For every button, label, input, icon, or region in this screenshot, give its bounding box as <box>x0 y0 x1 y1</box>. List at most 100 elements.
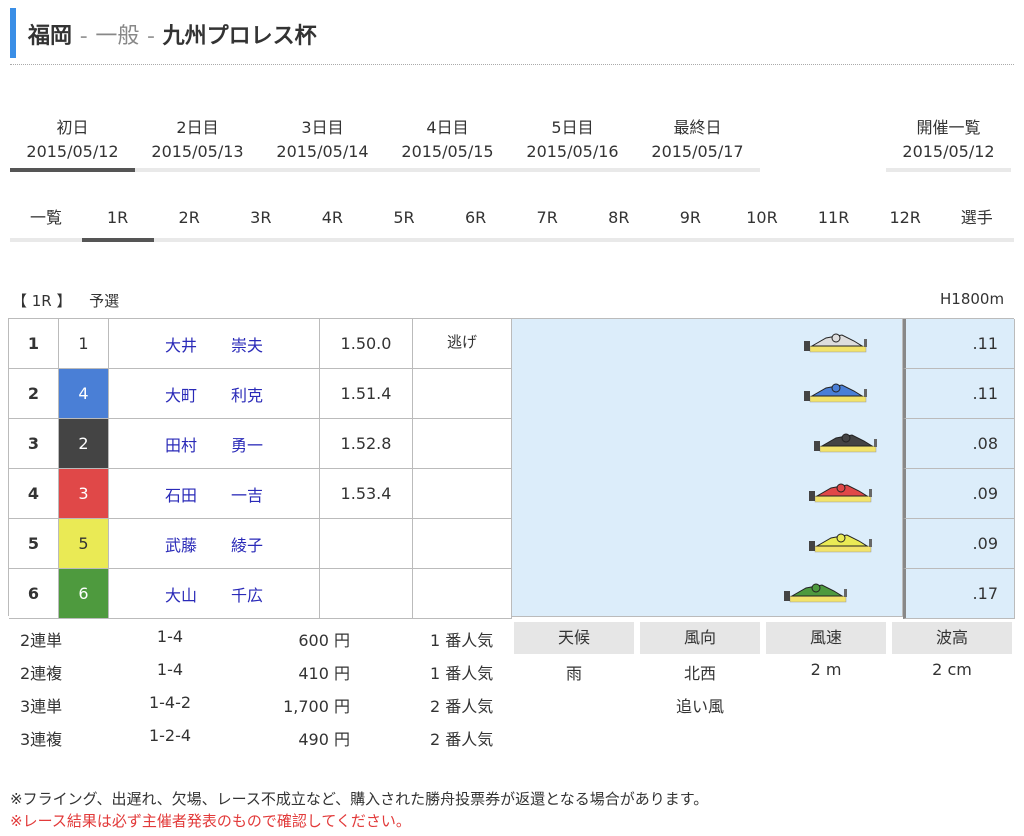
race-tab-13[interactable]: 選手 <box>941 198 1013 238</box>
race-time-cell: 1.51.4 <box>320 369 413 419</box>
race-tab-11[interactable]: 11R <box>798 198 870 238</box>
race-number: 【 1R 】 <box>12 292 72 310</box>
race-time-cell <box>320 519 413 569</box>
race-time-cell: 1.53.4 <box>320 469 413 519</box>
start-timing-cell: .17 <box>903 569 1015 619</box>
title-grade: 一般 <box>95 24 140 49</box>
weather-value: 北西 <box>683 664 716 683</box>
race-label: 【 1R 】 予選 <box>12 290 119 311</box>
weather-value: 2 m <box>810 660 842 679</box>
day-tab-underline <box>635 168 760 172</box>
winning-technique-cell <box>413 519 512 569</box>
racer-last-name: 大井 <box>164 335 197 355</box>
day-tab-2[interactable]: 3日目 2015/05/14 <box>260 116 385 172</box>
race-tab-7[interactable]: 7R <box>511 198 583 238</box>
title-divider <box>10 64 1014 65</box>
race-tab-1[interactable]: 1R <box>82 198 154 238</box>
rank-cell: 2 <box>9 369 59 419</box>
rank-cell: 5 <box>9 519 59 569</box>
day-tab-date: 2015/05/12 <box>902 142 995 161</box>
day-tab-underline <box>10 168 135 172</box>
title-sep-1: - <box>79 24 88 49</box>
weather-value: 2 cm <box>932 660 972 679</box>
racer-name-link[interactable]: 田村 勇一 <box>109 419 320 469</box>
racer-first-name: 一吉 <box>231 485 264 505</box>
race-tab-3[interactable]: 3R <box>225 198 297 238</box>
result-table: 1 1 大井 崇夫 1.50.0 逃げ .11 2 4 大町 利克 1.51.4.11 3 2 田村 勇一 1.… <box>8 318 1015 619</box>
payout-amount: 1,700 円 <box>283 697 350 716</box>
day-tab-0[interactable]: 初日 2015/05/12 <box>10 116 135 172</box>
day-tab-3[interactable]: 4日目 2015/05/15 <box>385 116 510 172</box>
rank-cell: 1 <box>9 319 59 369</box>
weather-value: 雨 <box>565 664 582 683</box>
racer-last-name: 大山 <box>164 585 197 605</box>
start-timing-cell: .11 <box>903 369 1015 419</box>
day-tab-underline <box>385 168 510 172</box>
day-tab-label: 初日 <box>56 118 89 137</box>
weather-header: 風向 <box>640 622 760 654</box>
race-tab-2[interactable]: 2R <box>153 198 225 238</box>
day-tab-date: 2015/05/12 <box>26 142 119 161</box>
day-tab-label: 5日目 <box>551 118 594 137</box>
winning-technique-cell <box>413 469 512 519</box>
race-distance: H1800m <box>940 290 1005 308</box>
racer-first-name: 勇一 <box>231 435 264 455</box>
day-tab-label: 2日目 <box>176 118 219 137</box>
payout-popularity: 1 番人気 <box>430 664 494 683</box>
race-time-cell: 1.50.0 <box>320 319 413 369</box>
day-tab-5[interactable]: 最終日 2015/05/17 <box>635 116 760 172</box>
title-place: 福岡 <box>28 24 73 49</box>
title-accent <box>10 8 16 58</box>
title-bar: 福岡 - 一般 - 九州プロレス杯 <box>10 8 1014 58</box>
day-tab-label: 開催一覧 <box>916 118 981 137</box>
racer-first-name: 利克 <box>231 385 264 405</box>
payout-amount: 490 円 <box>298 730 350 749</box>
racer-name-link[interactable]: 大町 利克 <box>109 369 320 419</box>
rank-cell: 4 <box>9 469 59 519</box>
race-tab-4[interactable]: 4R <box>296 198 368 238</box>
racer-name-link[interactable]: 大井 崇夫 <box>109 319 320 369</box>
boat-number-badge: 6 <box>59 569 109 619</box>
racer-name-link[interactable]: 大山 千広 <box>109 569 320 619</box>
title-race-name: 九州プロレス杯 <box>162 24 317 49</box>
day-tab-1[interactable]: 2日目 2015/05/13 <box>135 116 260 172</box>
page-title: 福岡 - 一般 - 九州プロレス杯 <box>28 18 317 50</box>
weather-header: 風速 <box>766 622 886 654</box>
race-time-cell <box>320 569 413 619</box>
winning-technique-cell <box>413 419 512 469</box>
day-tab-label: 4日目 <box>426 118 469 137</box>
race-tab-6[interactable]: 6R <box>440 198 512 238</box>
boat-number-badge: 1 <box>59 319 109 369</box>
race-tab-5[interactable]: 5R <box>368 198 440 238</box>
racer-last-name: 田村 <box>164 435 197 455</box>
title-sep-2: - <box>147 24 155 49</box>
racer-last-name: 大町 <box>164 385 197 405</box>
day-tab-date: 2015/05/15 <box>401 142 494 161</box>
day-tab-4[interactable]: 5日目 2015/05/16 <box>510 116 635 172</box>
day-tab-underline <box>135 168 260 172</box>
payout-kind: 2連単 <box>20 631 63 650</box>
race-tab-8[interactable]: 8R <box>583 198 655 238</box>
racer-last-name: 武藤 <box>164 535 197 555</box>
racer-first-name: 千広 <box>231 585 264 605</box>
race-tab-10[interactable]: 10R <box>726 198 798 238</box>
day-tab-underline <box>510 168 635 172</box>
racer-first-name: 崇夫 <box>231 335 264 355</box>
racer-name-link[interactable]: 武藤 綾子 <box>109 519 320 569</box>
race-tab-9[interactable]: 9R <box>654 198 726 238</box>
refund-note: ※フライング、出遅れ、欠場、レース不成立など、購入された勝舟投票券が返還となる場… <box>10 790 709 808</box>
day-tab-date: 2015/05/16 <box>526 142 619 161</box>
payout-amount: 600 円 <box>298 631 350 650</box>
day-tab-6[interactable]: 開催一覧 2015/05/12 <box>886 116 1011 172</box>
rank-cell: 3 <box>9 419 59 469</box>
race-tab-12[interactable]: 12R <box>869 198 941 238</box>
start-timing-cell: .09 <box>903 519 1015 569</box>
winning-technique-cell: 逃げ <box>413 319 512 369</box>
result-row: 5 5 武藤 綾子 .09 <box>9 519 1015 569</box>
racer-name-link[interactable]: 石田 一吉 <box>109 469 320 519</box>
winning-technique-cell <box>413 569 512 619</box>
payout-combo: 1-4 <box>156 627 184 646</box>
race-time-cell: 1.52.8 <box>320 419 413 469</box>
winning-technique-cell <box>413 369 512 419</box>
race-tab-0[interactable]: 一覧 <box>10 198 82 238</box>
